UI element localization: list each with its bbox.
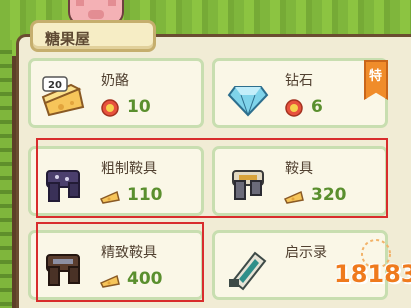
shop-title-tab: 糖果屋 [30, 20, 156, 52]
shop-item-cheese[interactable]: 20 奶酪 10 [28, 58, 204, 128]
item-name: 奶酪 [101, 73, 129, 89]
site-watermark-logo: 18183 [316, 234, 411, 304]
candy-coin-icon [285, 99, 303, 117]
grass-border-left [0, 40, 12, 308]
candy-coin-icon [101, 99, 119, 117]
highlight-saddles-row [36, 138, 388, 218]
item-price: 6 [311, 97, 323, 117]
shop-title: 糖果屋 [45, 30, 91, 48]
scroll-icon [229, 251, 267, 291]
watermark-text: 18183 [334, 260, 411, 288]
highlight-fine-saddle [36, 222, 204, 302]
cheese-icon: 20 [41, 76, 85, 117]
special-badge-label: 特 [369, 69, 383, 84]
diamond-icon [227, 86, 269, 117]
item-price: 10 [127, 97, 151, 117]
item-name: 钻石 [285, 73, 313, 89]
cheese-count: 20 [48, 80, 62, 91]
shop-item-diamond[interactable]: 钻石 6 [212, 58, 388, 128]
